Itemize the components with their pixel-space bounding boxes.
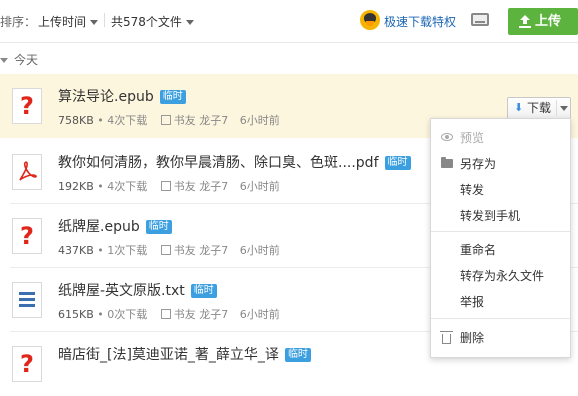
menu-item-save-permanent[interactable]: 转存为永久文件 [431,263,570,289]
menu-item-label: 另存为 [460,157,497,171]
menu-item-label: 举报 [460,295,485,309]
download-context-menu: 预览 另存为 转发 转发到手机 重命名 转存为永久文件 举报 删除 [430,118,571,358]
file-count-dropdown[interactable]: 共578个文件 [111,13,194,30]
menu-item-label: 转发 [460,183,485,197]
bullet-separator: • [97,114,108,127]
file-meta: 615KB • 0次下载 书友 龙子7 6小时前 [58,306,280,322]
file-count: 共578个文件 [111,15,182,29]
bullet-separator: • [97,308,108,321]
download-label: 下载 [527,101,552,115]
file-size: 192KB [58,180,94,193]
text-file-icon [12,282,42,318]
sort-dropdown[interactable]: 上传时间 [38,13,99,30]
upload-label: 上传 [535,14,562,29]
sort-value: 上传时间 [38,15,87,29]
upload-icon [519,15,531,28]
menu-item-rename[interactable]: 重命名 [431,237,570,263]
menu-item-label: 预览 [460,131,485,145]
file-name-text[interactable]: 纸牌屋-英文原版.txt [58,283,185,299]
unknown-file-icon: ? [12,218,42,254]
menu-item-forward-to-phone[interactable]: 转发到手机 [431,203,570,229]
file-meta: 192KB • 4次下载 书友 龙子7 6小时前 [58,178,280,194]
temporary-tag: 临时 [145,220,172,234]
menu-item-delete[interactable]: 删除 [431,325,570,351]
menu-item-report[interactable]: 举报 [431,289,570,315]
upload-time: 6小时前 [239,114,280,127]
unknown-file-icon: ? [12,88,42,124]
collapse-caret-icon [0,58,8,63]
menu-divider [431,318,570,319]
book-icon [160,245,171,255]
download-split-divider [556,100,557,116]
chevron-down-icon[interactable] [560,106,568,111]
file-name-text[interactable]: 算法导论.epub [58,89,154,105]
file-source: 书友 龙子7 [173,244,229,257]
menu-item-label: 重命名 [460,243,497,257]
download-arrow-icon: ⬇ [514,101,524,114]
sort-label: 排序： [0,15,37,29]
file-source: 书友 龙子7 [173,308,229,321]
file-meta: 437KB • 1次下载 书友 龙子7 6小时前 [58,242,280,258]
bullet-separator: • [97,180,108,193]
file-name: 纸牌屋-英文原版.txt 临时 [58,280,217,300]
temporary-tag: 临时 [190,284,217,298]
toolbar: 排序： 上传时间 共578个文件 极速下载特权 上传 [0,0,578,43]
pdf-file-icon [12,154,42,190]
menu-item-label: 转发到手机 [460,209,521,223]
download-count: 4次下载 [107,114,148,127]
file-name: 教你如何清肠，教你早晨清肠、除口臭、色斑....pdf 临时 [58,152,411,172]
download-count: 0次下载 [107,308,148,321]
upload-time: 6小时前 [239,308,280,321]
menu-divider [431,231,570,232]
toolbar-divider [104,13,105,27]
file-size: 758KB [58,114,94,127]
download-count: 4次下载 [107,180,148,193]
bullet-separator: • [97,244,108,257]
eye-icon [441,133,453,141]
chevron-down-icon [185,20,194,25]
file-size: 437KB [58,244,94,257]
chevron-down-icon [90,20,99,25]
book-icon [160,309,171,319]
temporary-tag: 临时 [384,156,411,170]
file-name: 纸牌屋.epub 临时 [58,216,172,236]
vip-download-link[interactable]: 极速下载特权 [384,13,456,30]
unknown-file-icon: ? [12,346,42,382]
temporary-tag: 临时 [159,90,186,104]
file-name-text[interactable]: 纸牌屋.epub [58,219,140,235]
file-name-text[interactable]: 教你如何清肠，教你早晨清肠、除口臭、色斑....pdf [58,155,379,171]
folder-icon [441,157,453,168]
upload-time: 6小时前 [239,180,280,193]
file-name: 算法导论.epub 临时 [58,86,186,106]
menu-item-label: 删除 [460,331,485,345]
file-meta: 758KB • 4次下载 书友 龙子7 6小时前 [58,112,280,128]
menu-item-preview: 预览 [431,125,570,151]
file-source: 书友 龙子7 [173,114,229,127]
group-header-today[interactable]: 今天 [0,51,38,68]
temporary-tag: 临时 [284,348,311,362]
trash-icon [440,331,453,344]
storage-drive-icon[interactable] [471,13,489,26]
pdf-acrobat-icon [19,161,37,181]
download-count: 1次下载 [107,244,148,257]
file-name-text[interactable]: 暗店街_[法]莫迪亚诺_著_薛立华_译 [58,347,279,363]
group-label: 今天 [14,53,39,67]
file-source: 书友 龙子7 [173,180,229,193]
upload-time: 6小时前 [239,244,280,257]
download-button[interactable]: ⬇ 下载 [507,97,571,119]
menu-item-save-as[interactable]: 另存为 [431,151,570,177]
book-icon [160,115,171,125]
vip-mascot-icon[interactable] [360,10,380,30]
upload-button[interactable]: 上传 [508,8,578,35]
menu-item-forward[interactable]: 转发 [431,177,570,203]
file-size: 615KB [58,308,94,321]
menu-item-label: 转存为永久文件 [460,269,545,283]
file-name: 暗店街_[法]莫迪亚诺_著_薛立华_译 临时 [58,344,311,364]
book-icon [160,181,171,191]
